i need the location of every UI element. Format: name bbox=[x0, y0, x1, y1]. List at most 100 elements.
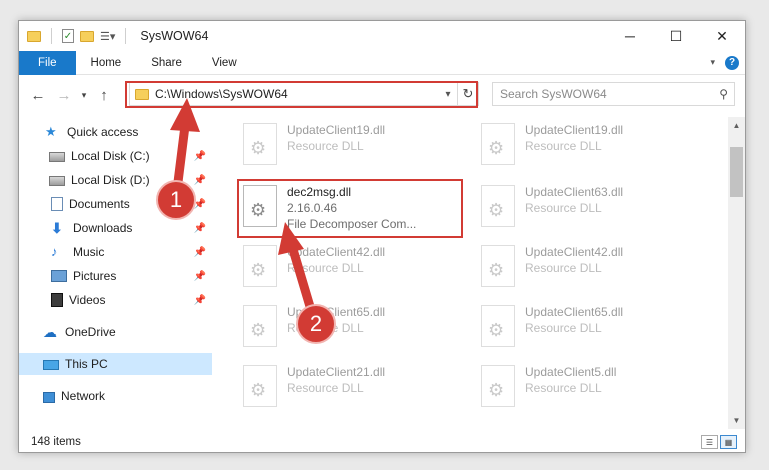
file-name: UpdateClient42.dll bbox=[525, 245, 624, 259]
star-icon: ★ bbox=[45, 124, 57, 139]
ribbon-tabs: File Home Share View ▾ ? bbox=[19, 50, 745, 75]
pin-icon[interactable]: 📌 bbox=[194, 223, 206, 234]
properties-check-icon[interactable]: ✓ bbox=[62, 29, 74, 43]
file-name: UpdateClient19.dll bbox=[287, 123, 386, 137]
step-badge-1: 1 bbox=[156, 180, 196, 220]
dll-file-icon: ⚙ bbox=[481, 185, 515, 227]
sidebar-item-onedrive[interactable]: ☁ OneDrive bbox=[19, 321, 212, 343]
file-type: Resource DLL bbox=[287, 261, 364, 275]
search-icon: ⚲ bbox=[719, 87, 728, 101]
file-tile[interactable]: ⚙ UpdateClient42.dll Resource DLL bbox=[475, 239, 707, 295]
status-bar: 148 items ☰ ▦ bbox=[19, 431, 745, 452]
sidebar-item-label: Documents bbox=[69, 197, 130, 211]
toolbar-separator bbox=[125, 28, 127, 44]
expand-ribbon-chevron-icon[interactable]: ▾ bbox=[710, 57, 715, 68]
file-name: UpdateClient63.dll bbox=[525, 185, 624, 199]
sidebar-item-label: OneDrive bbox=[65, 325, 116, 339]
sidebar-item-pictures[interactable]: Pictures 📌 bbox=[19, 265, 212, 287]
file-name: UpdateClient65.dll bbox=[525, 305, 624, 319]
file-name: UpdateClient5.dll bbox=[525, 365, 617, 379]
customize-icon[interactable]: ☰▾ bbox=[100, 30, 115, 43]
sidebar-item-network[interactable]: Network bbox=[19, 385, 212, 407]
disk-icon bbox=[49, 176, 65, 186]
onedrive-icon: ☁ bbox=[43, 324, 57, 340]
dll-file-icon: ⚙ bbox=[481, 245, 515, 287]
file-type: Resource DLL bbox=[525, 321, 602, 335]
file-tile[interactable]: ⚙ UpdateClient63.dll Resource DLL bbox=[475, 179, 707, 235]
file-type: Resource DLL bbox=[525, 139, 602, 153]
pin-icon[interactable]: 📌 bbox=[194, 247, 206, 258]
sidebar-item-label: This PC bbox=[65, 357, 108, 371]
file-tile[interactable]: ⚙ UpdateClient21.dll Resource DLL bbox=[237, 359, 469, 415]
view-switcher: ☰ ▦ bbox=[701, 435, 745, 449]
window-controls: ─ ☐ ✕ bbox=[607, 21, 745, 51]
network-icon bbox=[43, 391, 55, 403]
sidebar-item-label: Music bbox=[73, 245, 105, 259]
videos-icon bbox=[51, 293, 63, 307]
tab-home[interactable]: Home bbox=[76, 51, 137, 75]
disk-icon bbox=[49, 152, 65, 162]
dll-file-icon: ⚙ bbox=[243, 365, 277, 407]
pictures-icon bbox=[51, 270, 67, 282]
step-badge-2: 2 bbox=[296, 304, 336, 344]
details-view-icon[interactable]: ☰ bbox=[701, 435, 718, 449]
tab-share[interactable]: Share bbox=[136, 51, 197, 75]
minimize-button[interactable]: ─ bbox=[607, 21, 653, 51]
file-name: UpdateClient21.dll bbox=[287, 365, 386, 379]
documents-icon bbox=[51, 197, 63, 211]
title-bar: ✓ ☰▾ SysWOW64 ─ ☐ ✕ bbox=[19, 21, 745, 51]
new-folder-icon[interactable] bbox=[80, 30, 94, 42]
file-name: UpdateClient19.dll bbox=[525, 123, 624, 137]
dll-file-icon: ⚙ bbox=[243, 245, 277, 287]
dll-file-icon: ⚙ bbox=[243, 305, 277, 347]
file-list: ⚙ UpdateClient19.dll Resource DLL ⚙ Upda… bbox=[217, 117, 729, 422]
navigation-pane: ★ Quick access Local Disk (C:) 📌 Local D… bbox=[19, 117, 212, 422]
sidebar-item-label: Videos bbox=[69, 293, 106, 307]
pin-icon[interactable]: 📌 bbox=[194, 151, 206, 162]
sidebar-item-label: Downloads bbox=[73, 221, 133, 235]
search-placeholder: Search SysWOW64 bbox=[500, 87, 607, 101]
scrollbar-thumb[interactable] bbox=[730, 147, 743, 197]
close-button[interactable]: ✕ bbox=[699, 21, 745, 51]
pin-icon[interactable]: 📌 bbox=[194, 295, 206, 306]
recent-locations-button[interactable]: ▾ bbox=[77, 81, 91, 109]
tiles-view-icon[interactable]: ▦ bbox=[720, 435, 737, 449]
file-tile[interactable]: ⚙ UpdateClient19.dll Resource DLL bbox=[475, 117, 707, 173]
back-button[interactable]: ← bbox=[25, 81, 51, 109]
vertical-scrollbar[interactable]: ▲ ▼ bbox=[728, 117, 745, 429]
sidebar-item-music[interactable]: ♪ Music 📌 bbox=[19, 241, 212, 263]
quick-access-toolbar: ✓ ☰▾ SysWOW64 bbox=[19, 21, 208, 51]
item-count: 148 items bbox=[31, 436, 81, 448]
pin-icon[interactable]: 📌 bbox=[194, 271, 206, 282]
this-pc-icon bbox=[43, 359, 59, 370]
file-type: Resource DLL bbox=[287, 381, 364, 395]
ribbon-right: ▾ ? bbox=[710, 55, 745, 70]
sidebar-item-local-disk-c[interactable]: Local Disk (C:) 📌 bbox=[19, 145, 212, 167]
toolbar-separator bbox=[51, 28, 52, 44]
file-tile[interactable]: ⚙ UpdateClient5.dll Resource DLL bbox=[475, 359, 707, 415]
tab-file[interactable]: File bbox=[19, 50, 76, 75]
file-tile[interactable]: ⚙ UpdateClient42.dll Resource DLL bbox=[237, 239, 469, 295]
sidebar-item-this-pc[interactable]: This PC bbox=[19, 353, 212, 375]
file-tile[interactable]: ⚙ UpdateClient19.dll Resource DLL bbox=[237, 117, 469, 173]
sidebar-item-label: Local Disk (C:) bbox=[71, 149, 150, 163]
file-type: Resource DLL bbox=[525, 201, 602, 215]
scroll-up-arrow-icon[interactable]: ▲ bbox=[728, 117, 745, 134]
sidebar-item-quick-access[interactable]: ★ Quick access bbox=[19, 121, 212, 143]
file-type: Resource DLL bbox=[525, 381, 602, 395]
help-icon[interactable]: ? bbox=[725, 55, 739, 70]
file-type: Resource DLL bbox=[287, 139, 364, 153]
pin-icon[interactable]: 📌 bbox=[194, 175, 206, 186]
file-name: UpdateClient42.dll bbox=[287, 245, 386, 259]
sidebar-item-videos[interactable]: Videos 📌 bbox=[19, 289, 212, 311]
forward-button[interactable]: → bbox=[51, 81, 77, 109]
file-tile[interactable]: ⚙ UpdateClient65.dll Resource DLL bbox=[237, 299, 469, 355]
scroll-down-arrow-icon[interactable]: ▼ bbox=[728, 412, 745, 429]
file-tile[interactable]: ⚙ UpdateClient65.dll Resource DLL bbox=[475, 299, 707, 355]
search-input[interactable]: Search SysWOW64 ⚲ bbox=[492, 82, 735, 106]
maximize-button[interactable]: ☐ bbox=[653, 21, 699, 51]
sidebar-item-label: Network bbox=[61, 389, 106, 403]
up-button[interactable]: ↑ bbox=[91, 81, 117, 109]
tab-view[interactable]: View bbox=[197, 51, 252, 75]
sidebar-item-downloads[interactable]: ⬇ Downloads 📌 bbox=[19, 217, 212, 239]
